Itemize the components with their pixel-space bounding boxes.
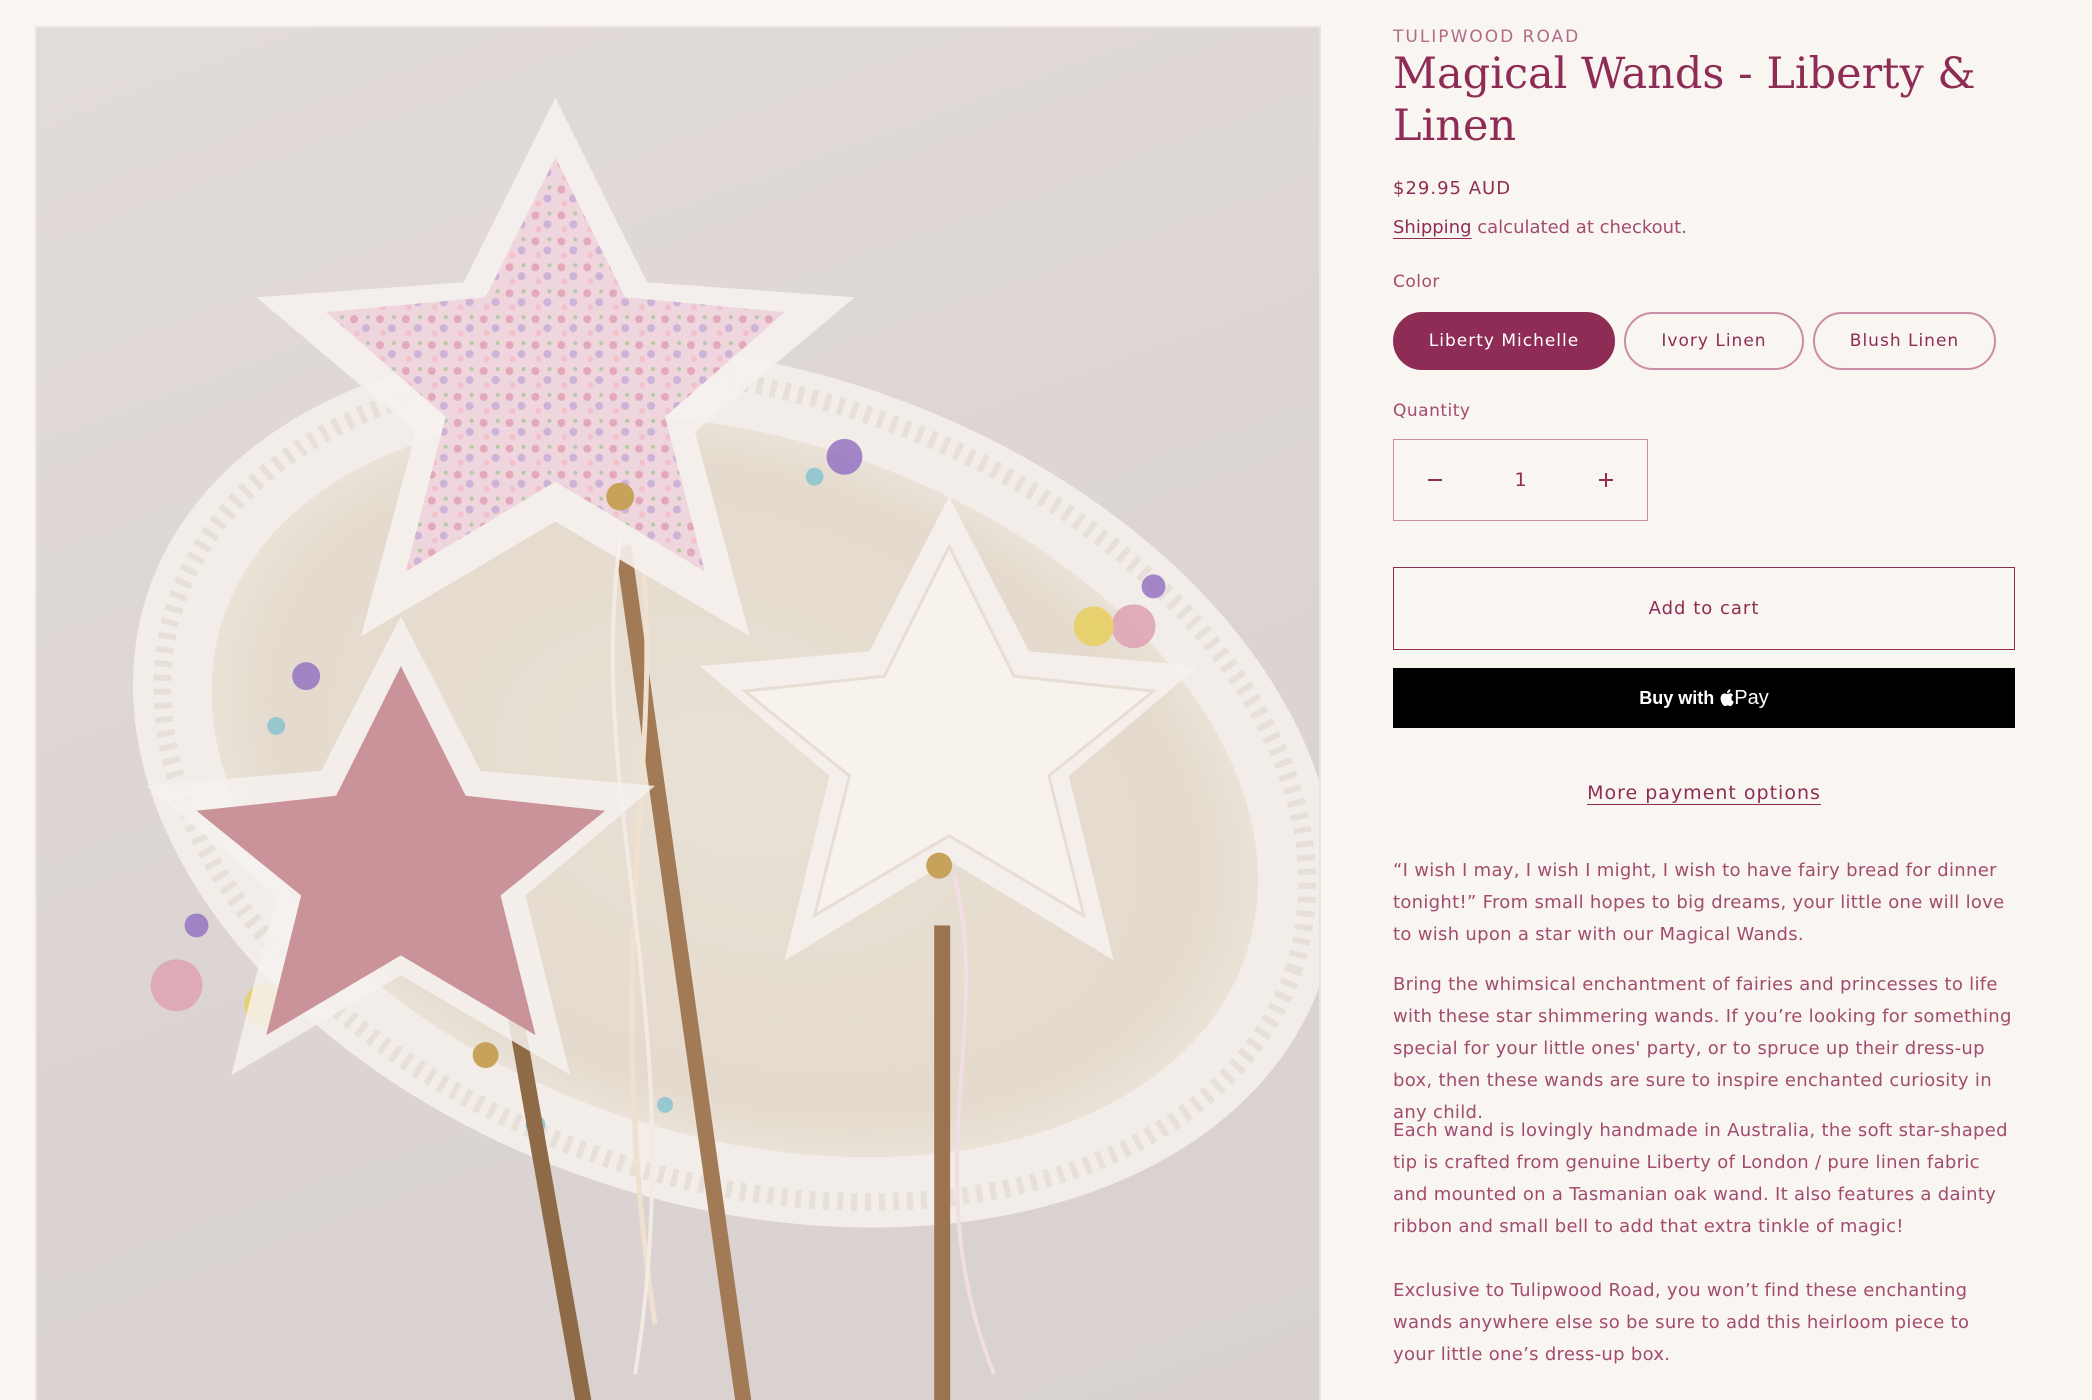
color-label: Color xyxy=(1393,272,1440,292)
apple-pay-logo: Pay xyxy=(1720,686,1769,710)
quantity-input[interactable]: 1 xyxy=(1514,469,1526,491)
shipping-note: Shipping calculated at checkout. xyxy=(1393,217,1687,238)
shipping-link[interactable]: Shipping xyxy=(1393,217,1472,238)
plus-icon xyxy=(1599,473,1613,487)
apple-icon xyxy=(1720,688,1735,706)
color-option-ivory-linen[interactable]: Ivory Linen xyxy=(1624,312,1804,370)
minus-icon xyxy=(1428,479,1442,481)
more-payment-options: More payment options xyxy=(1393,782,2015,804)
vendor-name: TULIPWOOD ROAD xyxy=(1393,27,1581,47)
product-photo xyxy=(132,97,1319,1400)
product-image[interactable] xyxy=(35,26,1321,1400)
product-price: $29.95 AUD xyxy=(1393,178,1512,199)
description-paragraph: Bring the whimsical enchantment of fairi… xyxy=(1393,974,2012,1123)
decrease-quantity-button[interactable] xyxy=(1394,440,1476,520)
color-option-liberty-michelle[interactable]: Liberty Michelle xyxy=(1393,312,1615,370)
increase-quantity-button[interactable] xyxy=(1565,440,1647,520)
color-option-blush-linen[interactable]: Blush Linen xyxy=(1813,312,1996,370)
add-to-cart-button[interactable]: Add to cart xyxy=(1393,567,2015,650)
shipping-note-text: calculated at checkout. xyxy=(1471,217,1687,238)
product-title: Magical Wands - Liberty & Linen xyxy=(1393,49,1976,151)
quantity-stepper: 1 xyxy=(1393,439,1648,521)
description-paragraph: Exclusive to Tulipwood Road, you won’t f… xyxy=(1393,1280,1970,1365)
color-options: Liberty Michelle Ivory Linen Blush Linen xyxy=(1393,312,1996,370)
more-payment-options-link[interactable]: More payment options xyxy=(1587,782,1821,804)
buy-with-apple-pay-button[interactable]: Buy with Pay xyxy=(1393,668,2015,728)
description-paragraph: Each wand is lovingly handmade in Austra… xyxy=(1393,1120,2008,1237)
buy-with-label: Buy with xyxy=(1639,687,1715,708)
quantity-label: Quantity xyxy=(1393,401,1471,421)
apple-pay-text: Pay xyxy=(1734,686,1769,709)
description-paragraph: “I wish I may, I wish I might, I wish to… xyxy=(1393,860,2005,945)
